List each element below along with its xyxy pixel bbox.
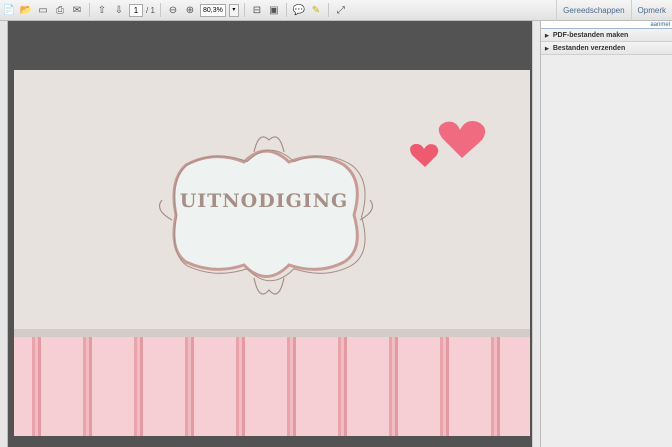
print-icon[interactable]: ⎙ (53, 3, 67, 17)
full-screen-icon[interactable]: ⤢ (334, 3, 348, 17)
expand-arrow-icon: ▶ (545, 33, 549, 39)
divider (89, 3, 90, 17)
divider (159, 3, 161, 17)
pdf-page: UITNODIGING (14, 70, 530, 436)
divider (285, 3, 287, 17)
sign-in-link[interactable]: aanmel (541, 21, 672, 29)
create-pdf-icon[interactable]: 📄 (2, 3, 16, 17)
expand-arrow-icon: ▶ (545, 46, 549, 52)
save-icon[interactable]: ▭ (36, 3, 50, 17)
fit-page-icon[interactable]: ⊟ (250, 3, 264, 17)
document-viewer: UITNODIGING (8, 21, 532, 447)
navigation-strip (0, 21, 8, 447)
tab-comments[interactable]: Opmerk (630, 0, 672, 21)
vertical-scrollbar[interactable] (532, 21, 540, 447)
comment-icon[interactable]: 💬 (292, 3, 306, 17)
previous-page-icon[interactable]: ⇧ (95, 3, 109, 17)
section-create-pdf[interactable]: ▶ PDF-bestanden maken (541, 29, 672, 42)
page-total: / 1 (146, 5, 155, 15)
top-tabs: Gereedschappen Opmerk (556, 0, 672, 21)
invitation-title: UITNODIGING (179, 190, 349, 212)
zoom-out-icon[interactable]: ⊖ (166, 3, 180, 17)
hearts-icon (410, 121, 486, 167)
open-icon[interactable]: 📂 (19, 3, 33, 17)
divider (243, 3, 245, 17)
divider (327, 3, 329, 17)
email-icon[interactable]: ✉ (70, 3, 84, 17)
highlight-icon[interactable]: ✎ (309, 3, 323, 17)
tools-panel: aanmel ▶ PDF-bestanden maken ▶ Bestanden v… (540, 21, 672, 447)
zoom-input[interactable]: 80,3% (199, 3, 226, 17)
section-label: PDF-bestanden maken (552, 32, 629, 39)
fit-width-icon[interactable]: ▣ (267, 3, 281, 17)
page-number-input[interactable]: 1 (129, 3, 143, 17)
zoom-in-icon[interactable]: ⊕ (183, 3, 197, 17)
section-label: Bestanden verzenden (552, 45, 626, 52)
zoom-dropdown[interactable]: ▾ (228, 3, 239, 17)
section-send-files[interactable]: ▶ Bestanden verzenden (541, 42, 672, 55)
divider-band (14, 329, 530, 337)
next-page-icon[interactable]: ⇩ (112, 3, 126, 17)
striped-border (14, 337, 530, 436)
tab-tools[interactable]: Gereedschappen (556, 0, 630, 21)
